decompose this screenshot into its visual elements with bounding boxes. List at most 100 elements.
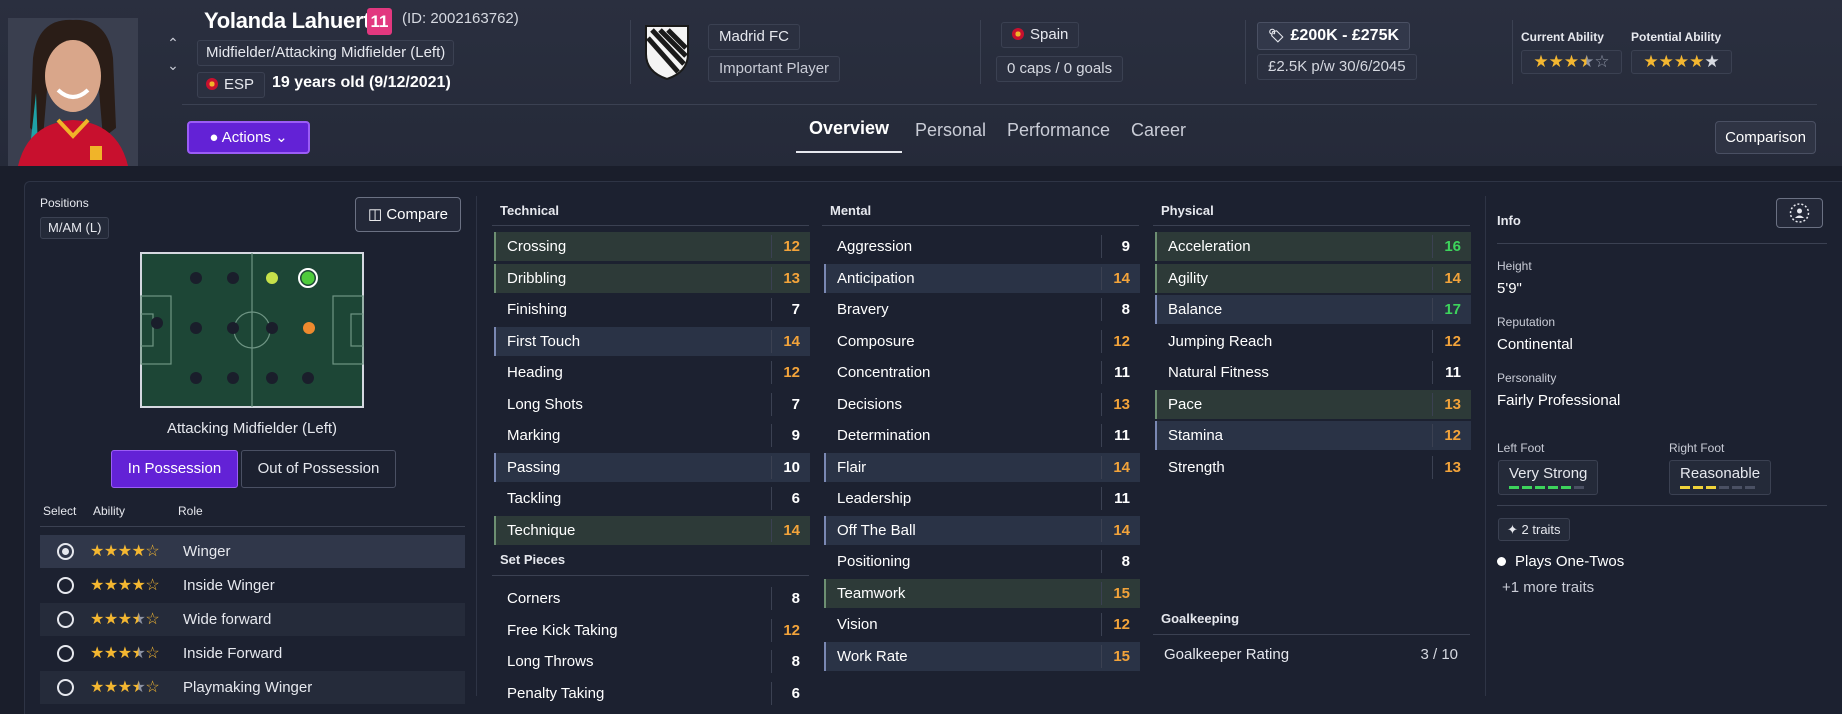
club-crest-icon[interactable]	[644, 24, 690, 80]
attribute-value: 15	[1113, 584, 1130, 602]
attribute-row[interactable]: Positioning 8	[824, 547, 1140, 576]
value-separator	[771, 618, 772, 642]
attribute-value: 6	[791, 490, 800, 507]
attribute-row[interactable]: Crossing 12	[494, 232, 810, 261]
role-row[interactable]: ★★★★☆ Winger	[40, 535, 465, 568]
attribute-row[interactable]: Decisions 13	[824, 390, 1140, 419]
role-row[interactable]: ★★★★☆ Inside Forward	[40, 637, 465, 670]
role-radio[interactable]	[57, 611, 74, 628]
traits-chip[interactable]: ✦ 2 traits	[1498, 518, 1570, 541]
attribute-row[interactable]: Stamina 12	[1155, 421, 1471, 450]
attribute-value: 12	[783, 238, 800, 255]
attribute-value: 7	[791, 301, 800, 318]
attribute-row[interactable]: Determination 11	[824, 421, 1140, 450]
role-row[interactable]: ★★★★☆ Wide forward	[40, 603, 465, 636]
more-traits-link[interactable]: +1 more traits	[1502, 579, 1594, 596]
tab-career[interactable]: Career	[1131, 120, 1186, 141]
attribute-row[interactable]: Anticipation 14	[824, 263, 1140, 293]
attribute-row[interactable]: Agility 14	[1155, 263, 1471, 293]
attribute-value: 14	[1113, 458, 1130, 476]
tab-personal[interactable]: Personal	[915, 120, 986, 141]
attribute-row[interactable]: Pace 13	[1155, 389, 1471, 419]
traits-count: 2 traits	[1521, 522, 1561, 537]
nationality-chip[interactable]: ESP	[197, 72, 266, 98]
left-foot-chip: Very Strong	[1498, 460, 1599, 495]
tab-performance[interactable]: Performance	[1007, 120, 1110, 141]
height-label: Height	[1497, 259, 1532, 273]
national-team-chip[interactable]: Spain	[1001, 22, 1080, 48]
attribute-row[interactable]: Concentration 11	[824, 358, 1140, 387]
compare-label: Compare	[386, 206, 449, 223]
out-of-possession-button[interactable]: Out of Possession	[241, 450, 396, 488]
attribute-row[interactable]: Teamwork 15	[824, 578, 1140, 608]
attribute-row[interactable]: Technique 14	[494, 515, 810, 545]
role-row[interactable]: ★★★★☆ Playmaking Winger	[40, 671, 465, 704]
attribute-name: Corners	[507, 590, 561, 607]
role-radio[interactable]	[57, 679, 74, 696]
attribute-row[interactable]: Free Kick Taking 12	[494, 616, 810, 645]
player-photo	[8, 18, 138, 166]
role-name: Playmaking Winger	[183, 679, 313, 696]
role-radio[interactable]	[57, 577, 74, 594]
attribute-value: 12	[1113, 616, 1130, 633]
attribute-row[interactable]: Heading 12	[494, 358, 810, 387]
value-separator	[1101, 613, 1102, 636]
attribute-row[interactable]: Acceleration 16	[1155, 232, 1471, 261]
attribute-row[interactable]: Leadership 11	[824, 484, 1140, 513]
transfer-value-chip[interactable]: 🏷 £200K - £275K	[1257, 22, 1411, 50]
role-radio[interactable]	[57, 543, 74, 560]
attribute-row[interactable]: Long Throws 8	[494, 647, 810, 676]
attribute-row[interactable]: Vision 12	[824, 610, 1140, 639]
actions-button[interactable]: ● Actions ⌄	[187, 121, 310, 154]
attribute-row[interactable]: Balance 17	[1155, 295, 1471, 324]
attribute-row[interactable]: Work Rate 15	[824, 641, 1140, 671]
attribute-row[interactable]: Corners 8	[494, 584, 810, 613]
attribute-row[interactable]: Strength 13	[1155, 453, 1471, 482]
attribute-row[interactable]: Long Shots 7	[494, 390, 810, 419]
attribute-row[interactable]: Composure 12	[824, 327, 1140, 356]
chevron-up-icon[interactable]: ⌃	[164, 32, 182, 54]
attribute-row[interactable]: Bravery 8	[824, 295, 1140, 324]
sparkle-icon: ✦	[1507, 522, 1518, 537]
attribute-value: 8	[1121, 301, 1130, 318]
club-name[interactable]: Madrid FC	[708, 24, 801, 50]
attribute-row[interactable]: Aggression 9	[824, 232, 1140, 261]
tab-overview[interactable]: Overview	[809, 118, 889, 139]
role-radio[interactable]	[57, 645, 74, 662]
attribute-value: 15	[1113, 647, 1130, 665]
goalkeeper-rating-value: 3 / 10	[1420, 646, 1458, 663]
attribute-row[interactable]: Finishing 7	[494, 295, 810, 324]
mental-title: Mental	[830, 203, 872, 218]
role-row[interactable]: ★★★★☆ Inside Winger	[40, 569, 465, 602]
attribute-row[interactable]: Dribbling 13	[494, 263, 810, 293]
attribute-row[interactable]: Natural Fitness 11	[1155, 358, 1471, 387]
attribute-row[interactable]: Off The Ball 14	[824, 515, 1140, 545]
attribute-name: Dribbling	[507, 269, 567, 287]
section-divider	[822, 225, 1139, 226]
attribute-value: 14	[1113, 521, 1130, 539]
attribute-value: 11	[1114, 427, 1130, 444]
attribute-row[interactable]: Tackling 6	[494, 484, 810, 513]
attribute-row[interactable]: Jumping Reach 12	[1155, 327, 1471, 356]
caps-goals: 0 caps / 0 goals	[996, 56, 1124, 82]
actions-label: Actions	[221, 129, 271, 146]
attribute-row[interactable]: First Touch 14	[494, 326, 810, 356]
right-foot-meter	[1680, 486, 1760, 489]
attribute-row[interactable]: Flair 14	[824, 452, 1140, 482]
attribute-name: Heading	[507, 364, 563, 381]
attribute-value: 17	[1444, 301, 1461, 318]
compare-button[interactable]: ◫ Compare	[355, 197, 461, 232]
attribute-name: Vision	[837, 616, 878, 633]
in-possession-button[interactable]: In Possession	[111, 450, 238, 488]
role-name: Inside Winger	[183, 577, 275, 594]
attribute-row[interactable]: Passing 10	[494, 452, 810, 482]
info-settings-button[interactable]	[1776, 198, 1823, 228]
chevron-down-icon[interactable]: ⌄	[164, 54, 182, 76]
roles-divider	[40, 526, 465, 527]
attribute-row[interactable]: Penalty Taking 6	[494, 679, 810, 708]
comparison-button[interactable]: Comparison	[1715, 121, 1816, 154]
player-age: 19 years old (9/12/2021)	[272, 74, 451, 91]
info-title: Info	[1497, 213, 1521, 228]
attribute-row[interactable]: Marking 9	[494, 421, 810, 450]
player-header: ⌃ ⌄ Yolanda Lahuerta 11 (ID: 2002163762)…	[0, 0, 1842, 166]
